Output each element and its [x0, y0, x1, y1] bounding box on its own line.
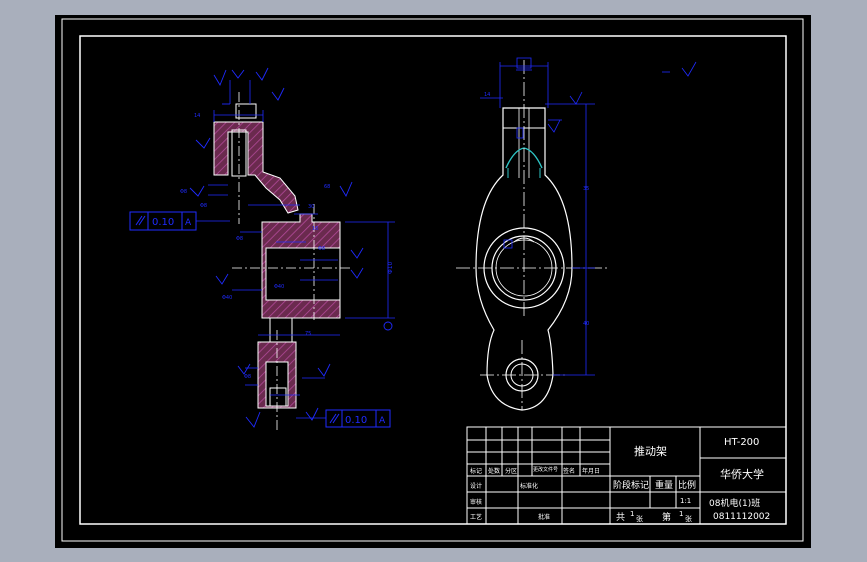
total-sheets: 1: [630, 510, 634, 518]
designer-label: 设计: [470, 482, 482, 490]
outer-border: [61, 18, 804, 542]
drawing-svg: 14 Φ8 Φ8 Φ8 Φ40 Φ40 75 Φ8 Φ8 30 16 68 Φ1…: [61, 18, 804, 542]
inner-border: [79, 35, 787, 525]
svg-text:Φ40: Φ40: [274, 284, 284, 290]
weight-label: 重量: [655, 479, 673, 491]
tol-upper-value: 0.10: [152, 217, 174, 228]
process-label: 工艺: [470, 513, 482, 521]
front-dim-text: 35 40 14: [484, 92, 589, 327]
material: HT-200: [724, 437, 759, 448]
sign-label: 签名: [563, 467, 575, 475]
mark-label: 标记: [470, 467, 482, 475]
zone-label: 分区: [505, 467, 517, 475]
section-top-arm: [213, 121, 299, 214]
page-label: 第: [662, 511, 671, 523]
svg-text:Φ8: Φ8: [200, 203, 207, 209]
svg-text:75: 75: [305, 331, 311, 337]
sheet-unit-1: 张: [636, 514, 643, 523]
standardize-label: 标准化: [520, 482, 538, 490]
svg-text:Φ8: Φ8: [318, 246, 325, 252]
hub-bore: [265, 247, 341, 301]
school-name: 华侨大学: [720, 467, 764, 481]
review-label: 审核: [470, 498, 482, 506]
sheet-unit-2: 张: [685, 514, 692, 523]
approve-label: 批准: [538, 513, 550, 521]
front-view: 35 40 14: [456, 57, 697, 411]
class-name: 08机电(1)班: [709, 497, 760, 509]
student-id: 0811112002: [713, 512, 770, 522]
scale-label: 比例: [678, 479, 696, 491]
front-dimensions: [480, 57, 697, 376]
tol-lower-ref: A: [379, 416, 386, 426]
lower-neck: [269, 317, 293, 343]
svg-text:Φ8: Φ8: [244, 374, 251, 380]
stage-mark-label: 阶段标记: [613, 479, 649, 491]
title-block-text: 推动架 HT-200 华侨大学 08机电(1)班 0811112002 标记 处…: [470, 437, 770, 523]
change-doc-label: 更改文件号: [533, 466, 558, 473]
svg-text:14: 14: [194, 113, 200, 119]
svg-text:35: 35: [583, 186, 589, 192]
cad-viewport: 14 Φ8 Φ8 Φ8 Φ40 Φ40 75 Φ8 Φ8 30 16 68 Φ1…: [0, 0, 867, 562]
part-name: 推动架: [634, 444, 667, 458]
tolerance-frame-upper: 0.10 A: [129, 211, 230, 231]
svg-text:Φ40: Φ40: [222, 295, 232, 301]
svg-text:Φ8: Φ8: [180, 189, 187, 195]
tolerance-frame-lower: 0.10 A: [296, 409, 391, 428]
svg-text:14: 14: [484, 92, 490, 98]
tol-lower-value: 0.10: [345, 415, 367, 426]
total-label: 共: [616, 512, 625, 523]
svg-text:68: 68: [324, 184, 330, 190]
svg-text:30: 30: [308, 204, 314, 210]
dim-vertical-label: Φ10: [387, 261, 394, 274]
section-view: 14 Φ8 Φ8 Φ8 Φ40 Φ40 75 Φ8 Φ8 30 16 68 Φ1…: [129, 67, 395, 430]
page-num: 1: [679, 510, 683, 518]
scale-value: 1:1: [680, 497, 691, 505]
svg-text:16: 16: [312, 226, 318, 232]
svg-text:Φ8: Φ8: [236, 236, 243, 242]
count-label: 处数: [488, 467, 500, 475]
svg-text:40: 40: [583, 321, 589, 327]
date-label: 年月日: [582, 467, 600, 475]
tol-upper-ref: A: [185, 218, 192, 228]
